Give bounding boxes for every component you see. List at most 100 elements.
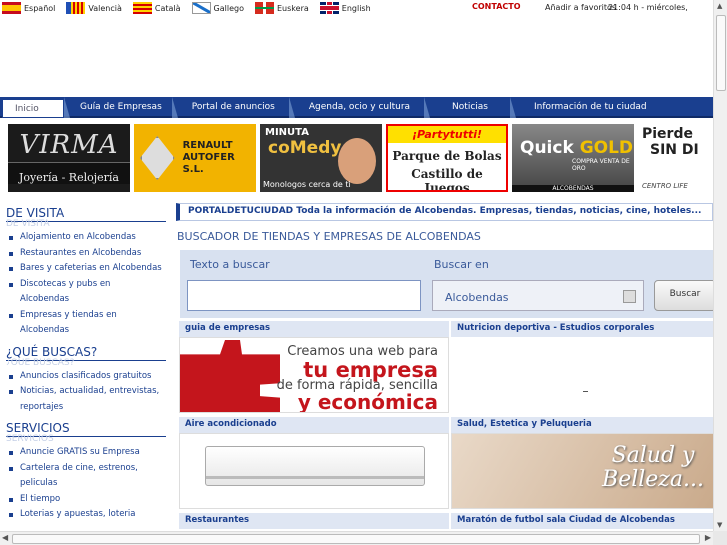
sidebar-list: Anuncie GRATIS su Empresa Cartelera de c… [0, 445, 172, 523]
vertical-scrollbar[interactable]: ▲ ▼ [713, 0, 727, 531]
placeholder-mark [583, 391, 588, 392]
ad-line: y económica [297, 390, 438, 413]
banner-title: RENAULT [182, 140, 233, 151]
card-title: Nutricion deportiva - Estudios corporale… [451, 321, 713, 337]
language-label: Gallego [213, 3, 244, 13]
scroll-left-icon[interactable]: ◀ [2, 533, 8, 542]
search-panel: Texto a buscar Buscar en Alcobendas Busc… [180, 250, 713, 318]
card-restaurantes[interactable]: Restaurantes [179, 513, 449, 529]
sidebar-list: Alojamiento en Alcobendas Restaurantes e… [0, 230, 172, 339]
banner-subtitle: Parque de Bolas [392, 149, 502, 163]
language-ga[interactable]: Gallego [190, 2, 244, 14]
banner-title: MINUTA [265, 127, 309, 138]
web-ad-image[interactable]: Creamos una web para tu empresa de forma… [179, 337, 449, 413]
scroll-thumb[interactable] [716, 15, 726, 91]
air-conditioner-icon [205, 446, 425, 486]
spain-flag-icon [2, 2, 21, 14]
sidebar-item-anuncie[interactable]: Anuncie GRATIS su Empresa [0, 445, 172, 461]
language-va[interactable]: Valencià [64, 2, 122, 14]
dropdown-arrow-icon [623, 290, 636, 303]
card-guia-empresas[interactable]: guia de empresas Creamos una web para tu… [179, 321, 449, 413]
language-label: Euskera [277, 3, 309, 13]
scroll-up-icon[interactable]: ▲ [717, 2, 722, 10]
search-input[interactable] [187, 280, 421, 311]
sidebar-item-alojamiento[interactable]: Alojamiento en Alcobendas [0, 230, 172, 246]
banner-title: ¡Partytutti! [388, 126, 506, 143]
banner-caption: Monologos cerca de ti [263, 180, 351, 189]
banner-title: Quick [520, 138, 574, 158]
renault-logo-icon [140, 136, 175, 180]
language-label: Valencià [88, 3, 122, 13]
person-photo [338, 138, 376, 184]
scrollbar-corner [713, 531, 727, 545]
card-title: Salud, Estetica y Peluqueria [451, 417, 713, 433]
basque-flag-icon [255, 2, 274, 14]
scroll-thumb[interactable] [12, 534, 700, 544]
city-select-value: Alcobendas [445, 291, 509, 304]
contact-link[interactable]: CONTACTO [472, 2, 521, 11]
scroll-right-icon[interactable]: ▶ [705, 533, 711, 542]
card-maraton[interactable]: Maratón de futbol sala Ciudad de Alcoben… [451, 513, 713, 529]
banner-subtitle: AUTOFER S.L. [182, 152, 235, 175]
search-label: Texto a buscar [190, 258, 270, 271]
city-select[interactable]: Alcobendas [432, 280, 644, 311]
sidebar-item-empresas[interactable]: Empresas y tiendas en Alcobendas [0, 308, 120, 339]
search-button[interactable]: Buscar [654, 280, 713, 311]
sidebar-item-restaurantes[interactable]: Restaurantes en Alcobendas [0, 246, 172, 262]
banner-title: VIRMA [19, 130, 119, 160]
main-nav: Inicio Guía de Empresas Portal de anunci… [0, 97, 713, 118]
ad-placeholder [451, 337, 713, 413]
catalonia-flag-icon [132, 2, 152, 14]
nav-tab-info-ciudad[interactable]: Información de tu ciudad [516, 97, 665, 116]
banner-caption: ALCOBENDAS [512, 185, 634, 192]
card-aire[interactable]: Aire acondicionado [179, 417, 449, 509]
nav-tab-portal-anuncios[interactable]: Portal de anuncios [178, 97, 289, 116]
sidebar-item-tiempo[interactable]: El tiempo [0, 492, 172, 508]
scroll-down-icon[interactable]: ▼ [717, 521, 722, 529]
search-title: BUSCADOR DE TIENDAS Y EMPRESAS DE ALCOBE… [177, 230, 481, 243]
search-in-label: Buscar en [434, 258, 489, 271]
language-en[interactable]: English [318, 2, 371, 14]
uk-flag-icon [319, 2, 339, 14]
nav-tab-inicio[interactable]: Inicio [2, 99, 64, 118]
banner-strip: VIRMA Joyería - Relojería RENAULT AUTOFER… [8, 124, 713, 192]
language-ca[interactable]: Català [131, 2, 181, 14]
nav-tab-noticias[interactable]: Noticias [430, 97, 510, 116]
section-title-shadow: DE VISITA [6, 219, 50, 226]
card-title: Maratón de futbol sala Ciudad de Alcoben… [451, 513, 713, 529]
language-es[interactable]: Español [0, 2, 55, 14]
ac-ad-image[interactable] [179, 433, 449, 509]
galicia-flag-icon [191, 2, 211, 14]
banner-pierde[interactable]: Pierde SIN DI CENTRO LIFE [638, 124, 713, 192]
nav-tab-agenda[interactable]: Agenda, ocio y cultura [295, 97, 424, 116]
salud-ad-image[interactable]: Salud y Belleza... [451, 433, 713, 509]
banner-subtitle: COMPRA VENTA DE ORO [572, 158, 630, 172]
valencia-flag-icon [66, 2, 86, 14]
puzzle-icon [180, 340, 280, 412]
add-favorites-link[interactable]: Añadir a favoritos [545, 3, 616, 12]
card-salud[interactable]: Salud, Estetica y Peluqueria Salud y Bell… [451, 417, 713, 509]
sidebar-item-loterias[interactable]: Loterias y apuestas, loteria [0, 507, 172, 523]
card-nutricion[interactable]: Nutricion deportiva - Estudios corporale… [451, 321, 713, 413]
banner-partytutti[interactable]: ¡Partytutti! Parque de Bolas Castillo de… [386, 124, 508, 192]
sidebar-item-cartelera[interactable]: Cartelera de cine, estrenos, peliculas [0, 461, 150, 492]
sidebar-item-bares[interactable]: Bares y cafeterias en Alcobendas [0, 261, 172, 277]
banner-caption: Castillo de Juegos [411, 167, 483, 192]
banner-renault[interactable]: RENAULT AUTOFER S.L. [134, 124, 256, 192]
horizontal-scrollbar[interactable]: ◀ ▶ [0, 531, 713, 545]
sidebar-item-noticias[interactable]: Noticias, actualidad, entrevistas, repor… [0, 384, 168, 415]
banner-comedy[interactable]: MINUTA coMedy Monologos cerca de ti [260, 124, 382, 192]
card-title: guia de empresas [179, 321, 449, 337]
ad-line: Creamos una web para [287, 344, 438, 359]
banner-virma[interactable]: VIRMA Joyería - Relojería [8, 124, 130, 192]
ad-line: Salud y [611, 443, 695, 468]
nav-tab-guia-empresas[interactable]: Guía de Empresas [70, 97, 172, 116]
card-title: Aire acondicionado [179, 417, 449, 433]
language-label: Català [154, 3, 181, 13]
section-title-shadow: SERVICIOS [6, 434, 54, 441]
language-eu[interactable]: Euskera [253, 2, 309, 14]
sidebar-item-anuncios[interactable]: Anuncios clasificados gratuitos [0, 369, 172, 385]
banner-quickgold[interactable]: Quick GOLD COMPRA VENTA DE ORO ALCOBENDA… [512, 124, 634, 192]
sidebar-item-discotecas[interactable]: Discotecas y pubs en Alcobendas [0, 277, 120, 308]
language-label: Español [24, 3, 56, 13]
